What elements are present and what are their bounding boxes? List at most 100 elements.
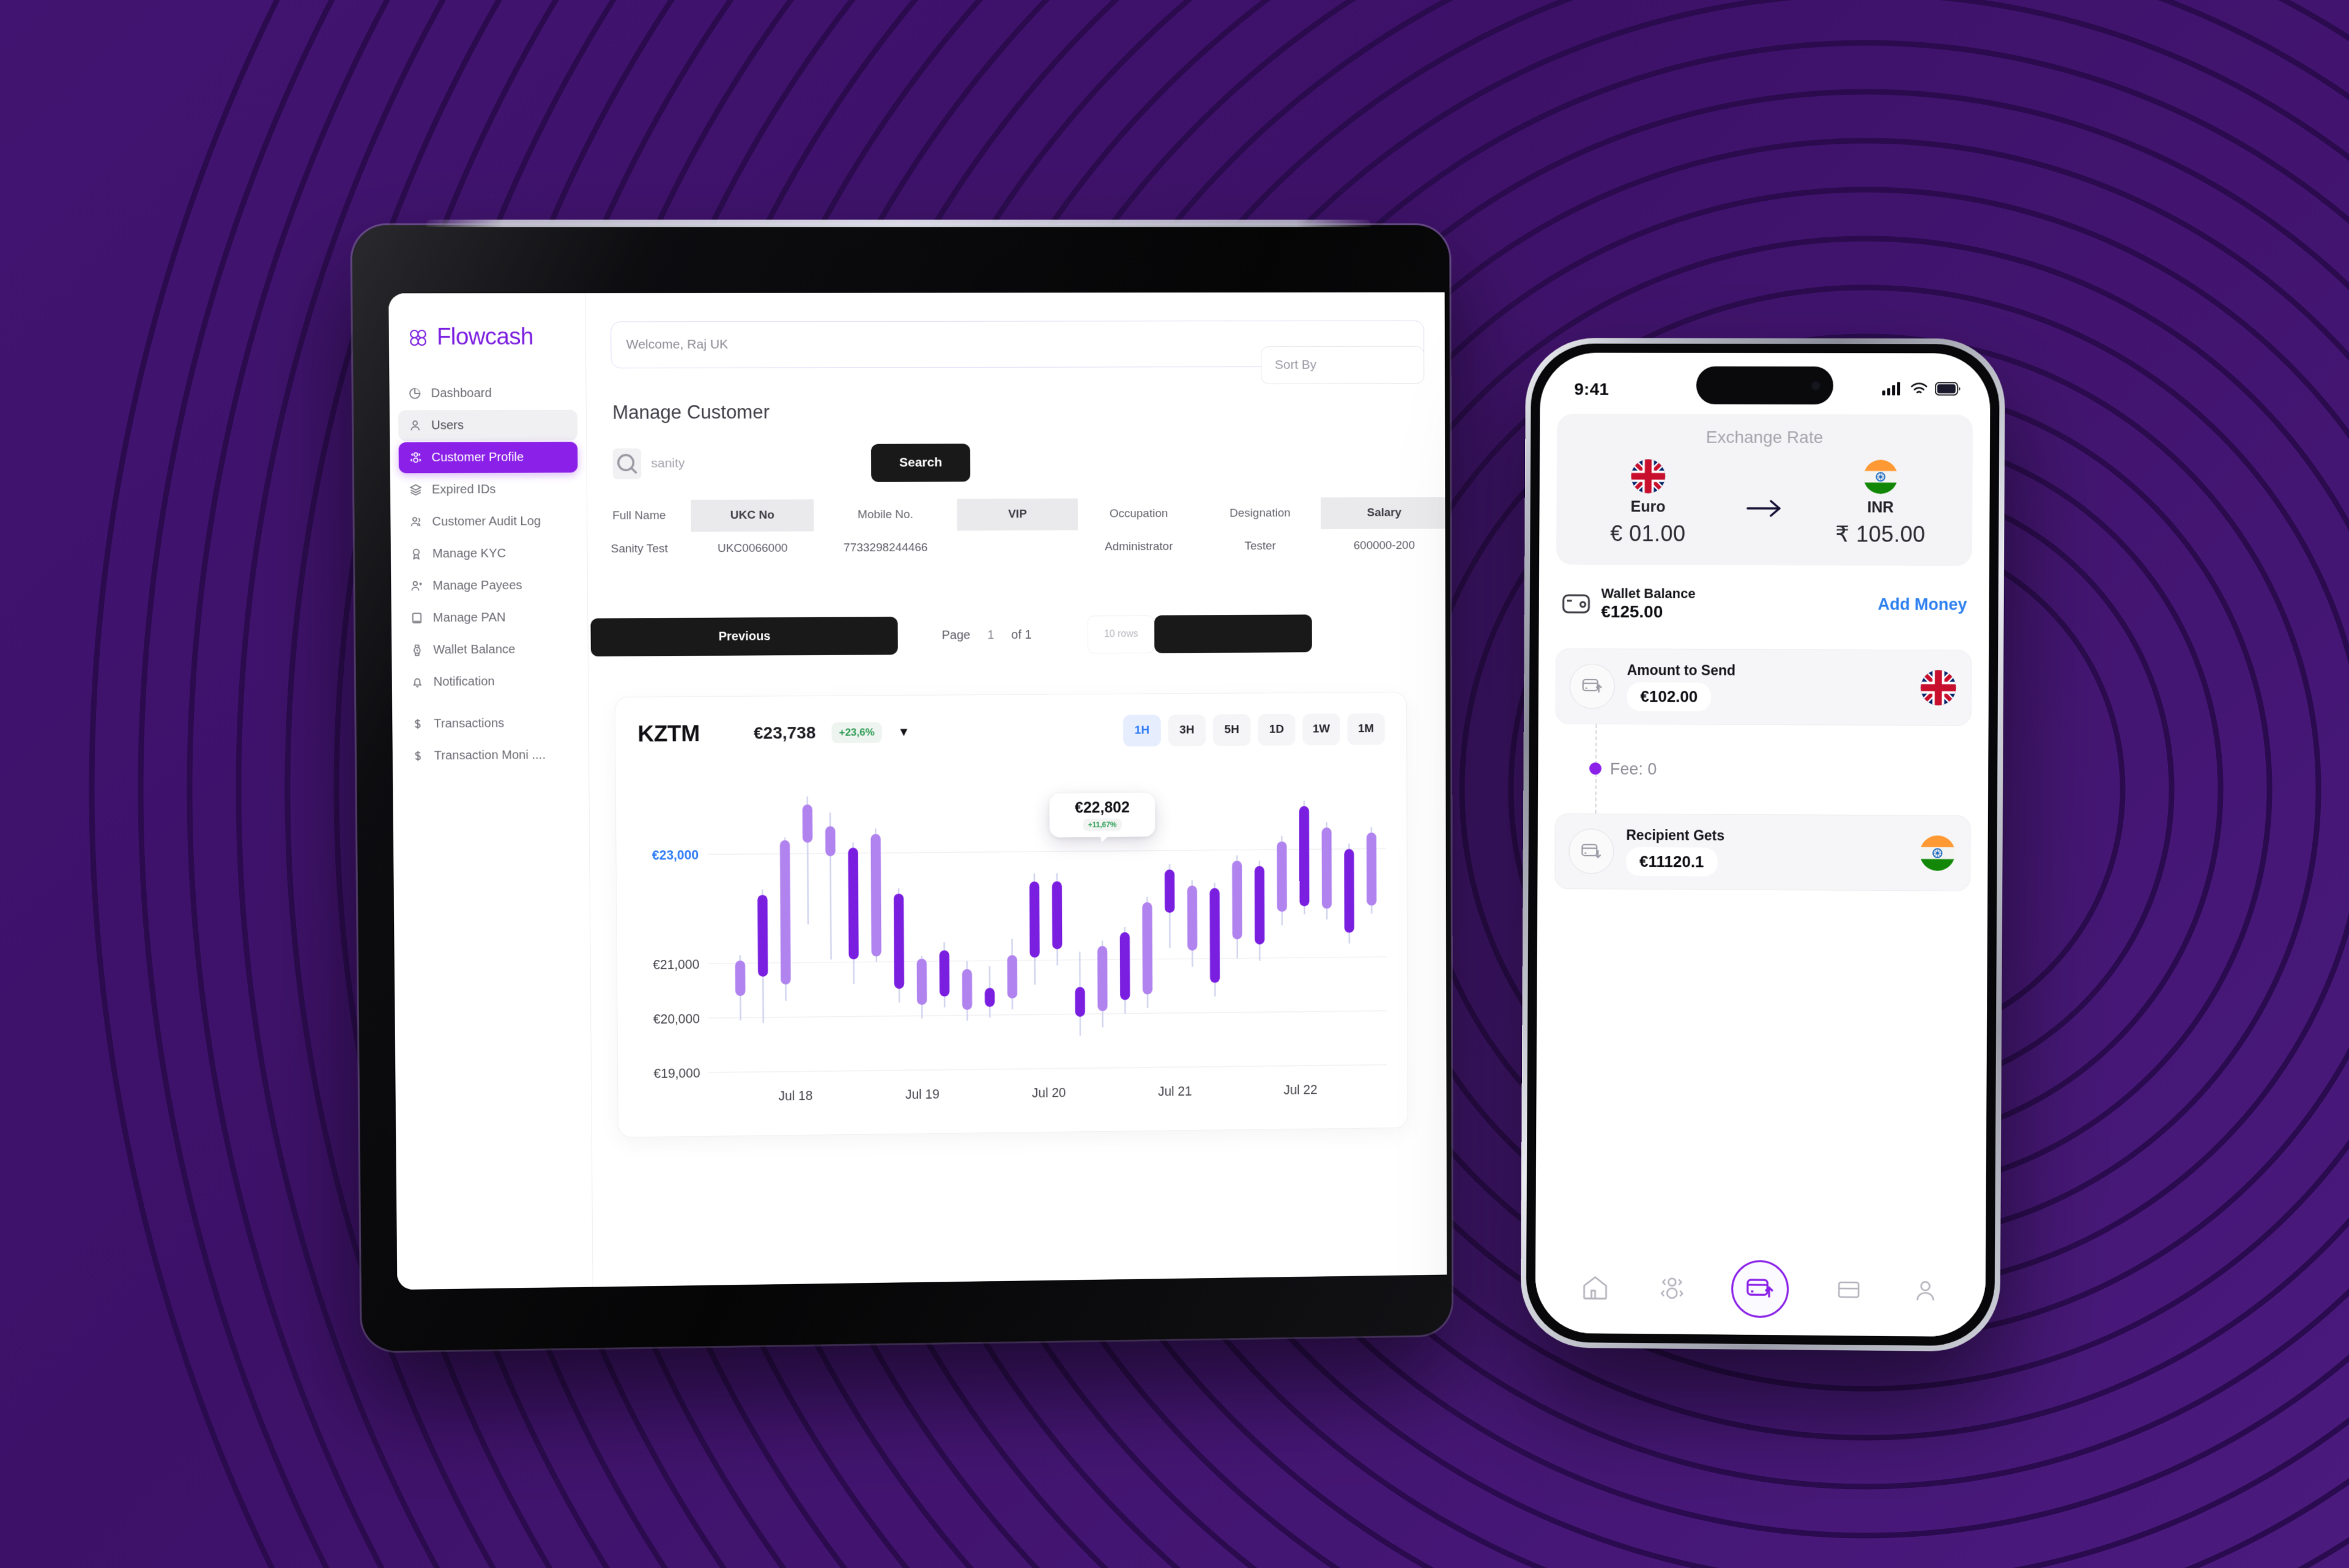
main-content: Welcome, Raj UK Manage Customer Sort By … [585, 292, 1447, 1287]
tab-home[interactable] [1579, 1271, 1611, 1303]
range-tab-1w[interactable]: 1W [1302, 713, 1340, 745]
range-tab-3h[interactable]: 3H [1168, 715, 1206, 746]
table-header-ukc-no[interactable]: UKC No [691, 499, 814, 532]
phone-screen: 9:41 Exchange Rate Euro € 01.00 INR ₹ 10… [1535, 352, 1991, 1337]
amount-to-send-label: Amount to Send [1627, 662, 1735, 679]
tab-cards[interactable] [1833, 1274, 1865, 1306]
range-tab-1h[interactable]: 1H [1123, 715, 1161, 746]
chart-tooltip: €22,802 +11,67% [1049, 793, 1155, 838]
table-header-full-name[interactable]: Full Name [587, 500, 691, 532]
range-tab-1d[interactable]: 1D [1258, 714, 1295, 746]
svg-text:€19,000: €19,000 [653, 1066, 700, 1081]
customer-table: Full Name UKC No Mobile No. VIP Occupati… [587, 480, 1445, 567]
search-field[interactable]: sanity [613, 448, 854, 480]
amount-to-send-input[interactable]: €102.00 [1627, 682, 1711, 712]
table-row[interactable]: Sanity Test UKC0066000 7733298244466 Adm… [587, 529, 1445, 567]
cell-vip [957, 530, 1078, 565]
page-word: Page [942, 628, 971, 642]
flower-logo-icon [407, 327, 429, 347]
exchange-rate-card: Exchange Rate Euro € 01.00 INR ₹ 105.00 [1556, 414, 1973, 566]
phone-tab-bar [1535, 1250, 1986, 1337]
svg-text:Jul 21: Jul 21 [1158, 1084, 1192, 1099]
wallet-label: Wallet Balance [1601, 585, 1695, 601]
uk-flag-icon [1631, 459, 1665, 494]
sidebar-item-manage-payees[interactable]: Manage Payees [399, 570, 579, 601]
add-money-button[interactable]: Add Money [1878, 595, 1967, 615]
previous-page-button[interactable]: Previous [590, 617, 897, 656]
sidebar-item-wallet-balance[interactable]: Wallet Balance [400, 634, 579, 666]
exchange-to: INR ₹ 105.00 [1807, 459, 1954, 548]
candlestick-svg: €19,000€20,000€21,000€23,000Jul 18 Jul 19… [638, 778, 1393, 1122]
exchange-to-currency: INR [1867, 499, 1893, 516]
sidebar-item-users[interactable]: Users [398, 410, 577, 441]
sidebar-item-transaction-monitoring[interactable]: Transaction Moni .... [401, 740, 580, 771]
recipient-gets-input[interactable]: €11120.1 [1626, 847, 1718, 877]
next-page-button[interactable] [1154, 614, 1312, 653]
chevron-down-icon[interactable]: ▼ [898, 725, 910, 739]
sidebar-item-dashboard[interactable]: Dashboard [398, 377, 577, 409]
exchange-from: Euro € 01.00 [1575, 459, 1721, 546]
range-tab-1m[interactable]: 1M [1347, 713, 1384, 745]
dollar-icon [411, 749, 425, 763]
user-icon [408, 418, 422, 432]
status-indicators [1882, 381, 1961, 399]
sidebar-item-label: Expired IDs [432, 483, 496, 497]
sidebar-item-label: Transaction Moni .... [434, 748, 546, 763]
table-header-designation[interactable]: Designation [1200, 497, 1321, 530]
svg-text:€21,000: €21,000 [653, 957, 699, 972]
sidebar-item-customer-profile[interactable]: Customer Profile [399, 442, 578, 473]
user-plus-icon [410, 579, 423, 593]
search-button[interactable]: Search [871, 444, 970, 482]
chart-range-tabs: 1H 3H 5H 1D 1W 1M [1123, 713, 1385, 747]
signal-bars-icon [1882, 381, 1903, 399]
bell-icon [410, 675, 424, 689]
tab-contacts[interactable] [1655, 1273, 1687, 1304]
sidebar-item-transactions[interactable]: Transactions [401, 707, 579, 739]
table-header-salary[interactable]: Salary [1321, 497, 1447, 529]
table-header-vip[interactable]: VIP [957, 499, 1078, 531]
sort-by-select[interactable]: Sort By [1261, 346, 1424, 384]
exchange-to-amount: ₹ 105.00 [1835, 521, 1925, 547]
nav-divider [401, 697, 579, 707]
sidebar-item-manage-kyc[interactable]: Manage KYC [399, 538, 579, 570]
arrow-right-icon [1745, 498, 1783, 547]
cell-occupation: Administrator [1078, 530, 1200, 565]
card-down-icon [1568, 828, 1614, 874]
amount-to-send-card[interactable]: Amount to Send €102.00 [1556, 648, 1972, 726]
svg-text:€23,000: €23,000 [652, 848, 699, 863]
tablet-device-frame: Flowcash Dashboard Users Customer Profil… [352, 225, 1452, 1351]
sidebar-item-customer-audit-log[interactable]: Customer Audit Log [399, 506, 578, 538]
recipient-gets-label: Recipient Gets [1626, 827, 1724, 844]
sidebar-item-label: Customer Audit Log [432, 515, 541, 529]
phone-device-frame: 9:41 Exchange Rate Euro € 01.00 INR ₹ 10… [1521, 338, 2006, 1351]
front-camera-icon [1811, 381, 1821, 391]
tab-send-money[interactable] [1731, 1260, 1789, 1318]
pagination: Previous Page 1 of 1 10 rows [588, 563, 1445, 656]
search-input[interactable]: sanity [651, 456, 854, 471]
svg-text:Jul 22: Jul 22 [1283, 1082, 1317, 1098]
sidebar-item-expired-ids[interactable]: Expired IDs [399, 474, 578, 505]
recipient-gets-card[interactable]: Recipient Gets €11120.1 [1554, 813, 1971, 891]
india-flag-icon [1863, 459, 1898, 494]
rows-per-page-select[interactable]: 10 rows [1088, 615, 1155, 653]
candlestick-plot: €19,000 €20,000 €21,000 €23,000 Jul 18 Jul 19… [638, 778, 1393, 1122]
sidebar-item-label: Users [431, 418, 464, 433]
cell-full-name: Sanity Test [587, 532, 691, 567]
uk-flag-icon[interactable] [1920, 670, 1956, 705]
range-tab-5h[interactable]: 5H [1213, 714, 1251, 746]
wallet-icon [1561, 588, 1592, 619]
tab-profile[interactable] [1909, 1274, 1941, 1307]
dynamic-island [1696, 366, 1833, 404]
recipient-gets-content: Recipient Gets €11120.1 [1626, 827, 1724, 877]
india-flag-icon[interactable] [1920, 835, 1955, 871]
search-icon [613, 448, 642, 479]
sidebar-item-label: Wallet Balance [433, 642, 515, 657]
amount-to-send-content: Amount to Send €102.00 [1627, 662, 1735, 712]
table-header-mobile-no[interactable]: Mobile No. [814, 499, 957, 531]
sidebar-item-label: Dashboard [431, 386, 492, 400]
card-up-icon [1570, 664, 1615, 709]
sidebar-item-manage-pan[interactable]: Manage PAN [400, 602, 579, 634]
page-number-input[interactable]: 1 [987, 628, 994, 642]
sidebar-item-notification[interactable]: Notification [401, 666, 579, 697]
table-header-occupation[interactable]: Occupation [1078, 498, 1200, 530]
